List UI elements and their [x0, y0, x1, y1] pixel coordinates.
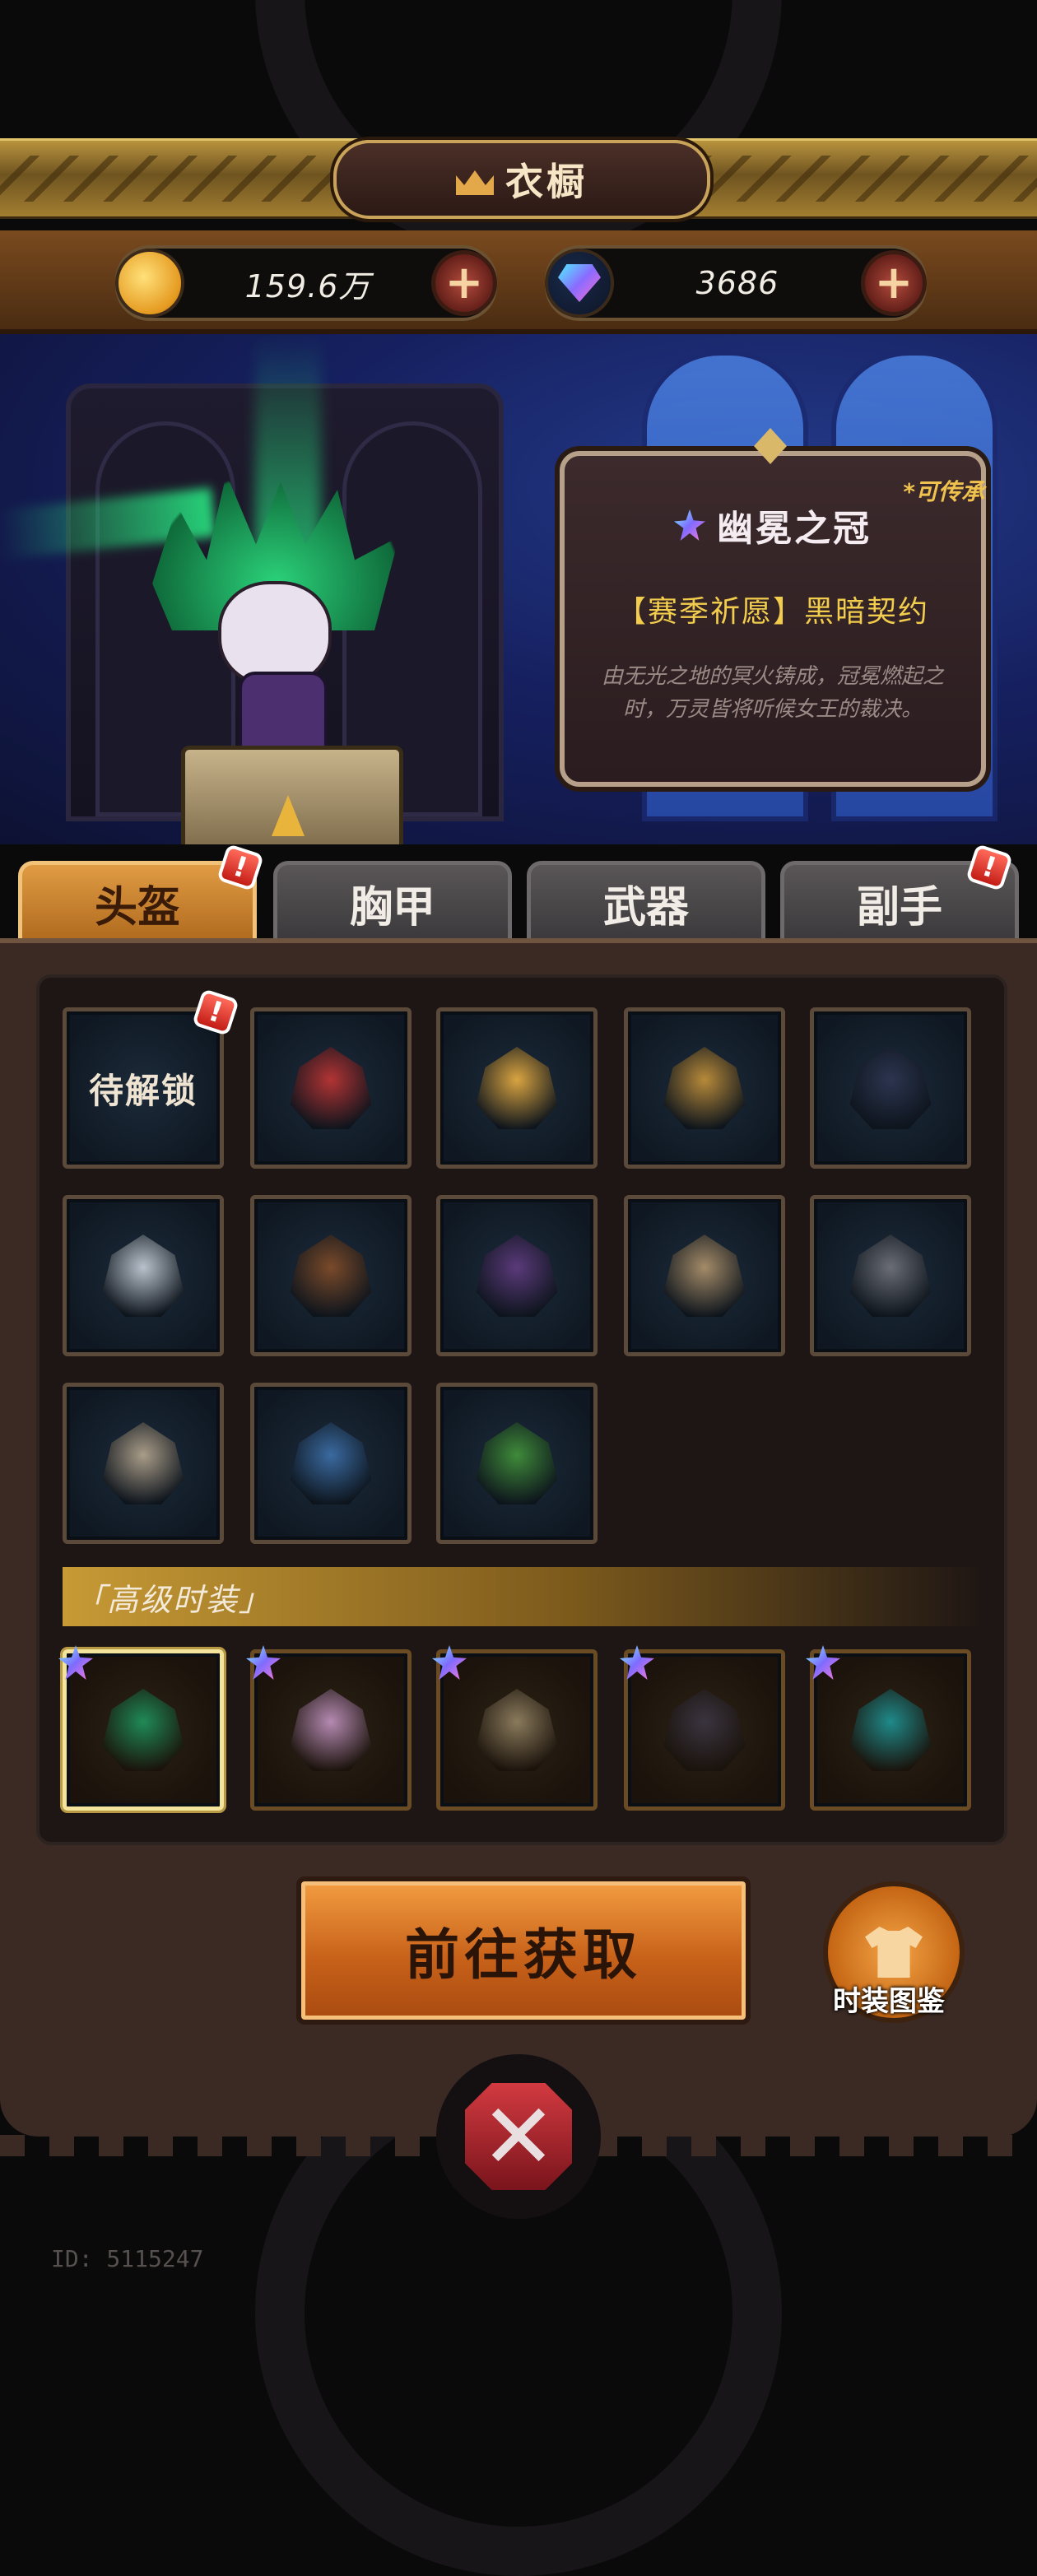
- alert-icon: !: [965, 844, 1013, 891]
- helmet-icon: [663, 1235, 746, 1317]
- plus-icon: +: [874, 256, 914, 309]
- close-button[interactable]: ✕: [436, 2054, 601, 2219]
- premium-slot-phantom-crown[interactable]: [58, 1645, 224, 1811]
- crown-icon: [663, 1689, 746, 1771]
- premium-slot-pink-horned-hood[interactable]: [246, 1645, 412, 1811]
- premium-slot-dark-queen-crown[interactable]: [620, 1645, 785, 1811]
- tab-label: 副手: [856, 882, 942, 932]
- star-icon: [806, 1645, 840, 1680]
- item-name: 幽冕之冠: [717, 508, 872, 550]
- helmet-icon: [102, 1235, 184, 1317]
- gem-icon: [545, 249, 614, 318]
- helmet-slot-eagle-helm[interactable]: [63, 1383, 224, 1544]
- fashion-codex-label: 时装图鉴: [833, 1985, 945, 2018]
- helmet-icon: [849, 1235, 932, 1317]
- tiara-icon: [290, 1235, 372, 1317]
- helmet-slot-dark-tiara[interactable]: [250, 1195, 412, 1356]
- hood-icon: [290, 1047, 372, 1129]
- title-plate: 衣橱: [333, 140, 710, 219]
- coin-value: 159.6万: [244, 267, 371, 305]
- star-icon: [620, 1645, 654, 1680]
- star-icon: [246, 1645, 281, 1680]
- premium-section-label: 「高级时装」: [74, 1581, 272, 1618]
- tab-label: 武器: [602, 882, 689, 932]
- obtain-button[interactable]: 前往获取: [296, 1876, 751, 2025]
- hood-icon: [476, 1235, 558, 1317]
- helmet-slot-red-hood-helmet[interactable]: [250, 1007, 412, 1169]
- helmet-slot-leaf-wreath[interactable]: [436, 1383, 598, 1544]
- coin-counter: 159.6万 +: [115, 245, 497, 321]
- shirt-icon: [865, 1927, 923, 1978]
- star-icon: [432, 1645, 467, 1680]
- tab-offhand[interactable]: 副手 !: [780, 844, 1019, 945]
- hat-icon: [849, 1689, 932, 1771]
- gem-counter: 3686 +: [545, 245, 927, 321]
- tab-label: 头盔: [94, 882, 180, 932]
- lantern-icon: [290, 1422, 372, 1504]
- helmet-slot-bronze-knight-helm[interactable]: [624, 1195, 785, 1356]
- helmet-slot-silver-plume-helm[interactable]: [63, 1195, 224, 1356]
- item-description: 由无光之地的冥火铸成，冠冕燃起之时，万灵皆将听候女王的裁决。: [601, 664, 944, 722]
- add-gems-button[interactable]: +: [861, 250, 927, 316]
- helmet-slot-dark-horned-helm[interactable]: [810, 1195, 971, 1356]
- hood-icon: [290, 1689, 372, 1771]
- premium-slot-plague-mask[interactable]: [432, 1645, 598, 1811]
- alert-icon: !: [216, 844, 264, 891]
- helmet-slot-gold-crown[interactable]: [436, 1007, 598, 1169]
- locked-label: 待解锁: [88, 1070, 198, 1111]
- tab-label: 胸甲: [349, 882, 435, 932]
- page-title: 衣橱: [505, 160, 588, 204]
- premium-section-header: 「高级时装」: [63, 1567, 984, 1626]
- helmet-slot-gold-pointed-helm[interactable]: [624, 1007, 785, 1169]
- close-icon: ✕: [480, 2084, 557, 2189]
- tab-helmet[interactable]: 头盔 !: [18, 844, 264, 945]
- tab-chest[interactable]: 胸甲: [273, 861, 512, 945]
- locked-slot[interactable]: 待解锁!: [63, 988, 239, 1169]
- character-face: [218, 581, 332, 686]
- item-source: 【赛季祈愿】黑暗契约: [616, 595, 929, 629]
- add-coins-button[interactable]: +: [431, 250, 497, 316]
- plus-icon: +: [444, 256, 484, 309]
- helmet-slot-lantern-helm[interactable]: [250, 1383, 412, 1544]
- mask-icon: [476, 1689, 558, 1771]
- item-info-card: *可传承 幽冕之冠 【赛季祈愿】黑暗契约 由无光之地的冥火铸成，冠冕燃起之时，万…: [560, 451, 986, 787]
- coin-icon: [115, 249, 184, 318]
- star-icon: [674, 509, 705, 541]
- helmet-icon: [663, 1047, 746, 1129]
- tab-weapon[interactable]: 武器: [527, 861, 765, 945]
- crown-icon: [456, 164, 494, 195]
- player-id: ID: 5115247: [51, 2245, 204, 2272]
- leaf-icon: [476, 1422, 558, 1504]
- hood-icon: [849, 1047, 932, 1129]
- helmet-slot-purple-hood-helm[interactable]: [436, 1195, 598, 1356]
- eagle-icon: [102, 1422, 184, 1504]
- gem-value: 3686: [695, 265, 779, 301]
- premium-slot-skull-pirate-hat[interactable]: [806, 1645, 971, 1811]
- crown-icon: [476, 1047, 558, 1129]
- star-icon: [58, 1645, 93, 1680]
- helmet-slot-black-hood-mask[interactable]: [810, 1007, 971, 1169]
- crown-icon: [102, 1689, 184, 1771]
- card-crest-ornament: [696, 428, 844, 469]
